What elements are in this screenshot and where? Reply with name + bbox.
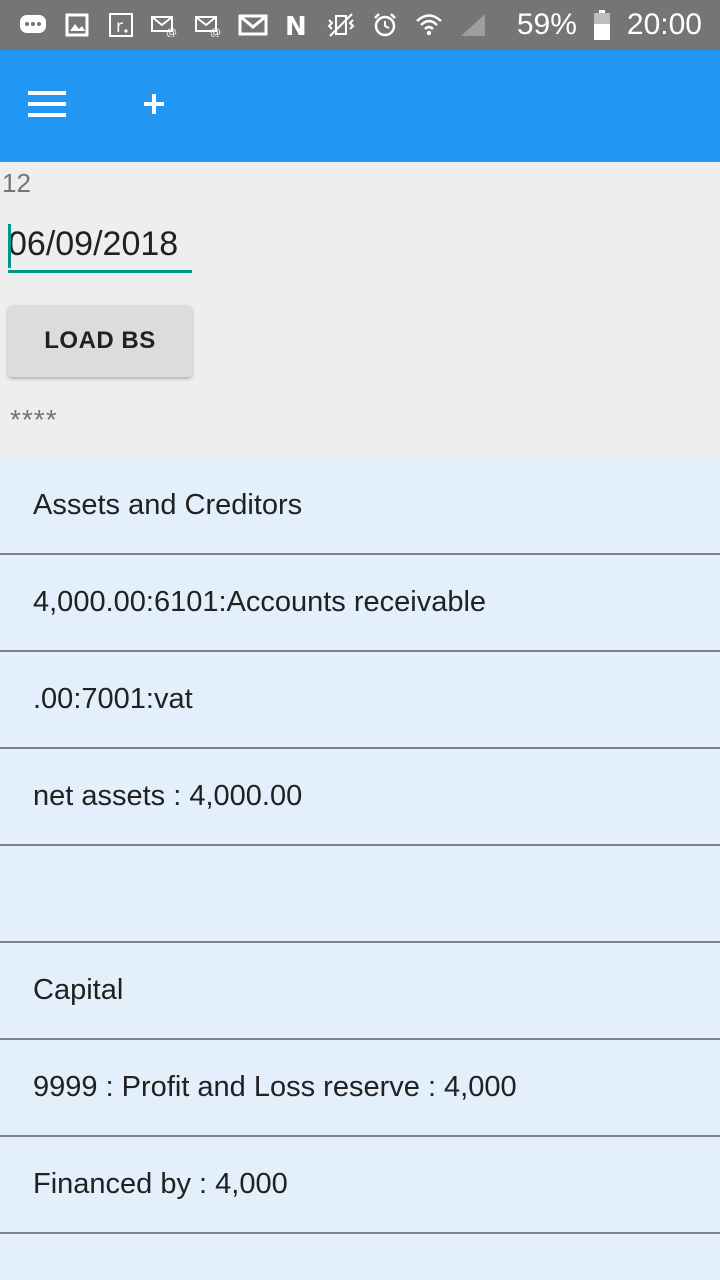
plus-icon	[142, 92, 166, 121]
image-icon	[62, 10, 92, 40]
list-item[interactable]: Capital	[0, 943, 720, 1040]
wifi-icon	[414, 10, 444, 40]
email-icon: @	[194, 10, 224, 40]
hamburger-menu-icon	[28, 89, 68, 124]
list-item[interactable]: net assets : 4,000.00	[0, 749, 720, 846]
menu-button[interactable]	[18, 78, 78, 134]
list-item[interactable]: 4,000.00:6101:Accounts receivable	[0, 555, 720, 652]
gmail-icon	[238, 10, 268, 40]
status-right: 59% 20:00	[517, 8, 702, 42]
status-bar: r @ @ N 59% 20:00	[0, 0, 720, 50]
date-field-container	[8, 218, 194, 276]
list-item[interactable]: Financed by : 4,000	[0, 1137, 720, 1234]
app-bar	[0, 50, 720, 162]
record-counter: 12	[2, 168, 31, 198]
svg-text:N: N	[285, 12, 307, 38]
battery-percent: 59%	[516, 8, 577, 41]
date-input[interactable]	[8, 218, 192, 273]
r-icon: r	[106, 10, 136, 40]
vibrate-icon	[326, 10, 356, 40]
load-bs-button[interactable]: LOAD BS	[8, 305, 192, 377]
text-cursor	[8, 224, 11, 268]
svg-text:@: @	[166, 26, 177, 37]
add-button[interactable]	[126, 78, 182, 134]
alarm-icon	[370, 10, 400, 40]
list-item[interactable]: Assets and Creditors	[0, 458, 720, 555]
list-item[interactable]: 9999 : Profit and Loss reserve : 4,000	[0, 1040, 720, 1137]
chat-icon	[18, 10, 48, 40]
list-item[interactable]: .00:7001:vat	[0, 652, 720, 749]
signal-icon	[458, 10, 488, 40]
status-text: ****	[10, 404, 58, 435]
svg-text:r: r	[116, 17, 123, 37]
balance-sheet-list: Assets and Creditors 4,000.00:6101:Accou…	[0, 458, 720, 1280]
clock: 20:00	[626, 8, 702, 41]
notification-icons: r @ @ N	[18, 10, 488, 40]
email-icon: @	[150, 10, 180, 40]
svg-text:@: @	[210, 26, 221, 37]
battery-icon	[587, 10, 617, 40]
n-icon: N	[282, 10, 312, 40]
list-item[interactable]	[0, 846, 720, 943]
